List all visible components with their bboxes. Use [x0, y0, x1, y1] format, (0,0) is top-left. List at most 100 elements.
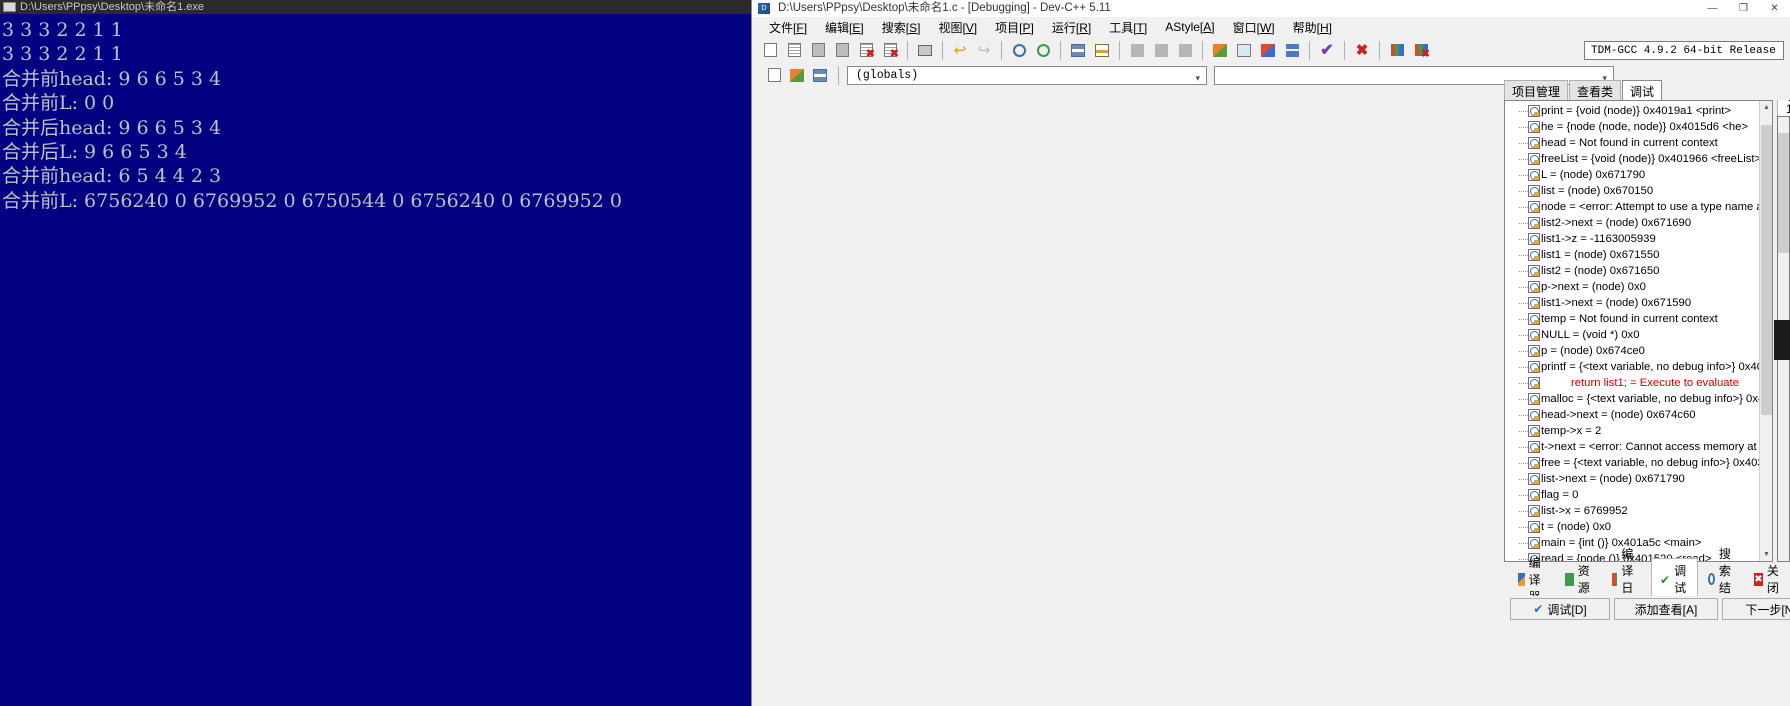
watch-item[interactable]: head = Not found in current context — [1519, 135, 1772, 151]
back-icon[interactable] — [1126, 40, 1148, 61]
watch-list: print = {void (node)} 0x4019a1 <print> he… — [1505, 101, 1772, 561]
stop-icon[interactable]: ✖ — [1351, 40, 1373, 61]
watch-item[interactable]: flag = 0 — [1519, 487, 1772, 503]
watch-item[interactable]: list = (node) 0x670150 — [1519, 183, 1772, 199]
compile-check-icon[interactable]: ✔ — [1316, 40, 1338, 61]
watch-item[interactable]: list1->z = -1163005939 — [1519, 231, 1772, 247]
watch-item[interactable]: list2->next = (node) 0x671690 — [1519, 215, 1772, 231]
debug-button-2[interactable]: 下一步[N] — [1722, 598, 1790, 620]
open-file-icon[interactable] — [783, 40, 805, 61]
log-tab-1[interactable]: 资源 — [1557, 559, 1602, 599]
close-file-icon[interactable]: ✖ — [855, 40, 877, 61]
new-file-icon[interactable] — [759, 40, 781, 61]
close-all-icon[interactable]: ✖ — [879, 40, 901, 61]
find-icon[interactable] — [1008, 40, 1030, 61]
watch-item[interactable]: temp = Not found in current context — [1519, 311, 1772, 327]
close-button[interactable]: ✕ — [1759, 0, 1790, 17]
save-all-icon[interactable] — [831, 40, 853, 61]
devcpp-window[interactable]: D D:\Users\PPpsy\Desktop\未命名1.c - [Debug… — [751, 0, 1790, 706]
watch-item[interactable]: t = (node) 0x0 — [1519, 519, 1772, 535]
watch-item[interactable]: freeList = {void (node)} 0x401966 <freeL… — [1519, 151, 1772, 167]
compiler-select[interactable]: TDM-GCC 4.9.2 64-bit Release — [1584, 40, 1784, 60]
console-window[interactable]: D:\Users\PPpsy\Desktop\未命名1.exe 3 3 3 2 … — [0, 0, 751, 706]
maximize-button[interactable]: ❐ — [1728, 0, 1759, 17]
compile-options-icon[interactable] — [1257, 40, 1279, 61]
watch-item-label: t = (node) 0x0 — [1541, 521, 1612, 533]
delete-profile-icon[interactable]: ✖ — [1410, 40, 1432, 61]
watch-item[interactable]: p->next = (node) 0x0 — [1519, 279, 1772, 295]
menu-item-a[interactable]: AStyle[A] — [1156, 18, 1223, 36]
menu-item-h[interactable]: 帮助[H] — [1284, 17, 1341, 38]
watch-item[interactable]: list->x = 6769952 — [1519, 503, 1772, 519]
watch-item[interactable]: p = (node) 0x674ce0 — [1519, 343, 1772, 359]
watch-item[interactable]: list2 = (node) 0x671650 — [1519, 263, 1772, 279]
indent-icon[interactable] — [1091, 40, 1113, 61]
watch-magnifier-icon — [1528, 185, 1540, 197]
console-titlebar[interactable]: D:\Users\PPpsy\Desktop\未命名1.exe — [0, 0, 751, 14]
project-options-icon[interactable] — [1233, 40, 1255, 61]
watch-item[interactable]: list1->next = (node) 0x671590 — [1519, 295, 1772, 311]
watch-item[interactable]: list1 = (node) 0x671550 — [1519, 247, 1772, 263]
goto-line-icon[interactable] — [1067, 40, 1089, 61]
debug-watch-panel[interactable]: print = {void (node)} 0x4019a1 <print> he… — [1504, 100, 1773, 562]
debug-button-label: 调试[D] — [1547, 602, 1587, 617]
tree-line — [1519, 511, 1528, 512]
debug-button-0[interactable]: ✔ 调试[D] — [1510, 598, 1610, 620]
save-icon[interactable] — [807, 40, 829, 61]
window-controls: — ❐ ✕ — [1697, 0, 1790, 17]
print-icon[interactable] — [914, 40, 936, 61]
watch-item[interactable]: free = {<text variable, no debug info>} … — [1519, 455, 1772, 471]
minimize-button[interactable]: — — [1697, 0, 1728, 17]
watch-item[interactable]: he = {node (node, node)} 0x4015d6 <he> — [1519, 119, 1772, 135]
watch-item[interactable]: NULL = (void *) 0x0 — [1519, 327, 1772, 343]
menu-item-v[interactable]: 视图[V] — [929, 17, 986, 38]
watch-scroll-thumb[interactable] — [1761, 125, 1772, 415]
insert-icon[interactable] — [787, 66, 807, 85]
editor-vscroll-thumb[interactable] — [1778, 133, 1789, 253]
menu-item-p[interactable]: 项目[P] — [986, 17, 1043, 38]
watch-magnifier-icon — [1528, 249, 1540, 261]
new-project-icon[interactable] — [1209, 40, 1231, 61]
menu-item-w[interactable]: 窗口[W] — [1224, 17, 1284, 38]
menu-item-t[interactable]: 工具[T] — [1100, 17, 1156, 38]
toggle-panel-icon[interactable] — [810, 66, 830, 85]
log-tab-5[interactable]: ✖ 关闭 — [1746, 559, 1790, 599]
copy-icon[interactable] — [764, 66, 784, 85]
watch-item[interactable]: print = {void (node)} 0x4019a1 <print> — [1519, 103, 1772, 119]
ide-titlebar[interactable]: D D:\Users\PPpsy\Desktop\未命名1.c - [Debug… — [752, 0, 1790, 17]
editor-tab-0[interactable]: 未命名1.c — [1777, 100, 1790, 116]
find-next-icon[interactable] — [1032, 40, 1054, 61]
watch-item[interactable]: return list1; = Execute to evaluate — [1519, 375, 1772, 391]
scope-select[interactable]: (globals) ▾ — [847, 65, 1207, 85]
debug-button-label: 下一步[N] — [1745, 602, 1790, 617]
forward-icon[interactable] — [1150, 40, 1172, 61]
window-list-icon[interactable] — [1281, 40, 1303, 61]
log-tab-3[interactable]: ✔ 调试 — [1651, 558, 1699, 600]
panel-tab-1[interactable]: 查看类 — [1569, 80, 1622, 101]
profile-icon[interactable] — [1386, 40, 1408, 61]
watch-item[interactable]: list->next = (node) 0x671790 — [1519, 471, 1772, 487]
menu-item-r[interactable]: 运行[R] — [1043, 17, 1100, 38]
scroll-up-icon[interactable]: ▲ — [1760, 101, 1772, 114]
watch-item[interactable]: L = (node) 0x671790 — [1519, 167, 1772, 183]
watch-item[interactable]: node = <error: Attempt to use a type nam… — [1519, 199, 1772, 215]
watch-item[interactable]: head->next = (node) 0x674c60 — [1519, 407, 1772, 423]
watch-item[interactable]: temp->x = 2 — [1519, 423, 1772, 439]
watch-item[interactable]: printf = {<text variable, no debug info>… — [1519, 359, 1772, 375]
menu-item-s[interactable]: 搜索[S] — [873, 17, 930, 38]
watch-item[interactable]: malloc = {<text variable, no debug info>… — [1519, 391, 1772, 407]
toggle-icon[interactable] — [1174, 40, 1196, 61]
tree-line — [1519, 271, 1528, 272]
panel-tab-2[interactable]: 调试 — [1622, 80, 1663, 101]
menu-item-e[interactable]: 编辑[E] — [816, 17, 873, 38]
redo-icon[interactable]: ↪ — [973, 40, 995, 61]
menu-item-f[interactable]: 文件[F] — [760, 17, 816, 38]
undo-icon[interactable]: ↩ — [949, 40, 971, 61]
tree-line — [1519, 191, 1528, 192]
debug-button-1[interactable]: 添加查看[A] — [1614, 598, 1718, 620]
watch-magnifier-icon — [1528, 489, 1540, 501]
watch-magnifier-icon — [1528, 409, 1540, 421]
watch-item[interactable]: t->next = <error: Cannot access memory a… — [1519, 439, 1772, 455]
watch-scrollbar[interactable]: ▲ ▼ — [1759, 101, 1772, 561]
panel-tab-0[interactable]: 项目管理 — [1504, 80, 1569, 101]
